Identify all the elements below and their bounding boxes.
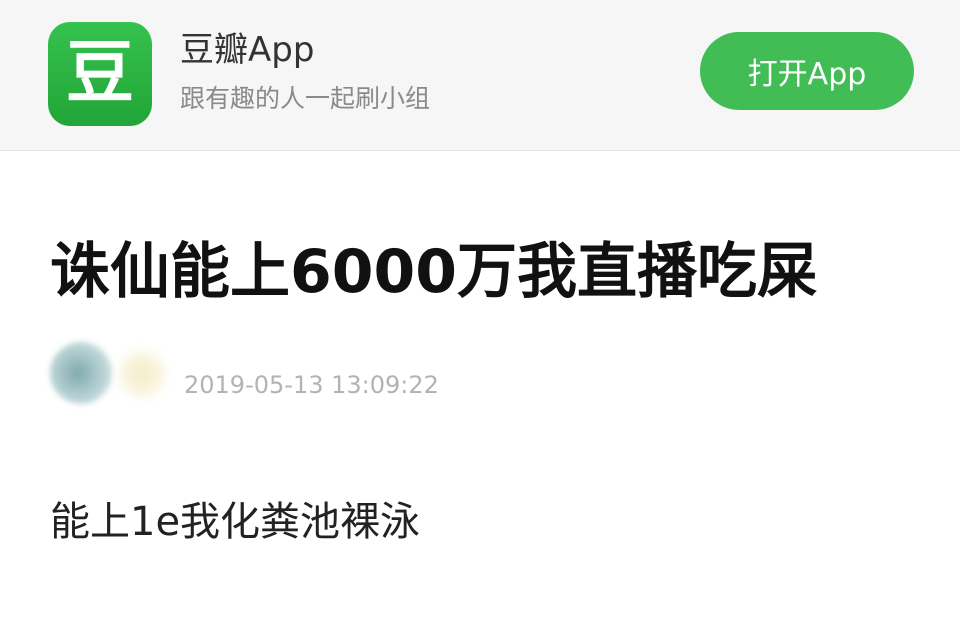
- app-name: 豆瓣App: [180, 30, 315, 70]
- author-avatar[interactable]: [50, 342, 112, 404]
- logo-char: 豆: [65, 34, 134, 113]
- author-name-blurred[interactable]: [118, 350, 166, 398]
- post-body: 能上1e我化粪池裸泳: [50, 499, 421, 545]
- open-app-button[interactable]: 打开App: [700, 32, 914, 110]
- app-download-banner: 豆 豆瓣App 跟有趣的人一起刷小组 打开App: [0, 0, 960, 151]
- douban-app-logo[interactable]: 豆: [48, 22, 152, 126]
- app-slogan: 跟有趣的人一起刷小组: [180, 84, 431, 113]
- post-timestamp: 2019-05-13 13:09:22: [184, 371, 439, 399]
- post-title: 诛仙能上6000万我直播吃屎: [50, 237, 817, 307]
